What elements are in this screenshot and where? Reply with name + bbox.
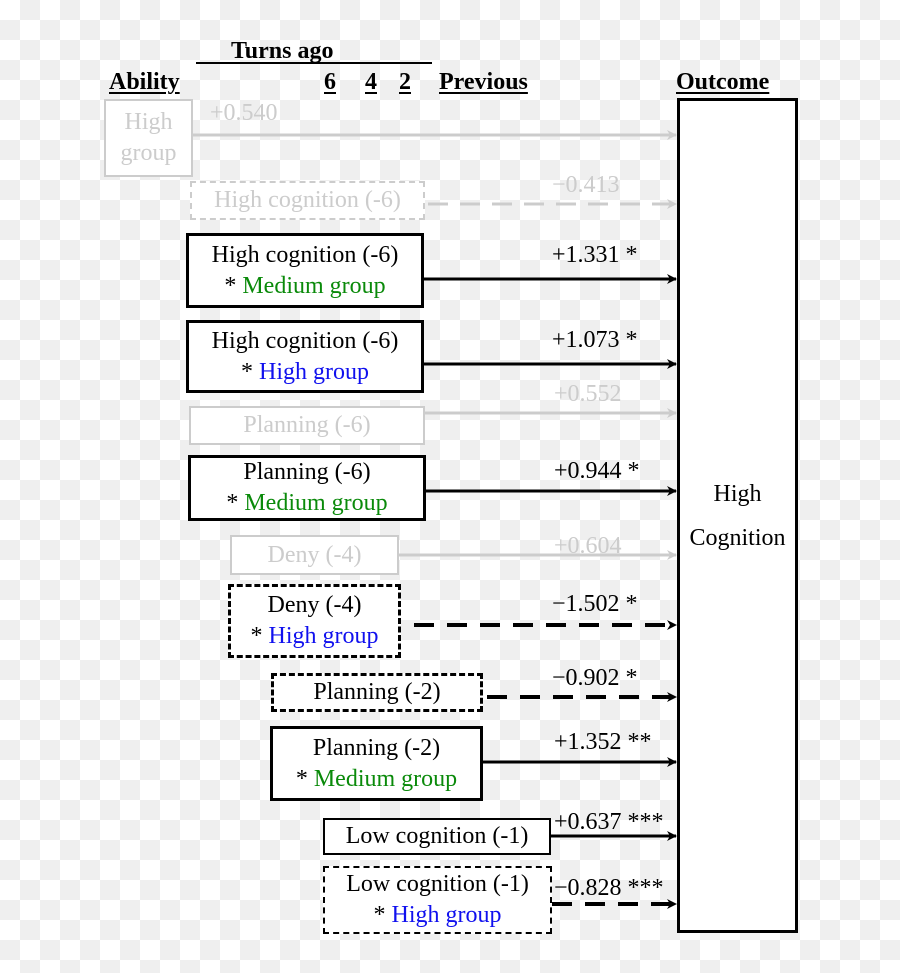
outcome-box-high-cognition: High Cognition [677,98,798,933]
interaction-marker: * [295,765,314,792]
coef-planning-2: −0.902 * [552,665,638,691]
coef-high-cognition-6-high: +1.073 * [552,327,638,353]
interaction-marker: * [226,490,245,516]
predictor-box-low-cognition-1-high: Low cognition (-1) * High group [323,866,552,934]
predictor-label: High [124,109,173,135]
coef-low-cognition-1: +0.637 *** [554,809,664,835]
coef-high-group: +0.540 [210,100,278,126]
coef-low-cognition-1-high: −0.828 *** [554,875,664,901]
outcome-label: High [713,480,762,507]
group-label-high: High group [259,358,369,385]
coef-planning-2-medium: +1.352 ** [554,729,652,755]
coef-high-cognition-6: −0.413 [552,172,620,198]
interaction-marker: * [373,902,392,928]
predictor-box-high-cognition-6-high: High cognition (-6) * High group [186,320,424,393]
interaction-marker: * [250,623,269,649]
predictor-label: Planning (-6) [243,459,371,485]
predictor-label: Deny (-4) [267,592,362,618]
interaction-marker: * [224,272,243,299]
coef-planning-6: +0.552 [554,381,622,407]
coef-deny-4-high: −1.502 * [552,591,638,617]
coef-deny-4: +0.604 [554,533,622,559]
predictor-label: Planning (-2) [312,734,441,761]
predictor-label: High cognition (-6) [214,187,401,213]
predictor-label: group [120,140,177,166]
predictor-box-planning-2: Planning (-2) [271,673,483,712]
predictor-box-high-group: High group [104,99,193,177]
group-label-medium: Medium group [242,272,386,299]
outcome-label: Cognition [689,524,786,551]
predictor-box-deny-4: Deny (-4) [230,535,399,575]
predictor-box-high-cognition-6: High cognition (-6) [190,181,425,220]
predictor-label: High cognition (-6) [211,327,399,354]
predictor-label: High cognition (-6) [211,241,399,268]
predictor-label: Deny (-4) [267,541,362,568]
coef-high-cognition-6-medium: +1.331 * [552,242,638,268]
predictor-box-low-cognition-1: Low cognition (-1) [323,818,551,855]
predictor-label: Planning (-6) [243,412,371,438]
group-label-high: High group [268,623,379,649]
predictor-box-deny-4-high: Deny (-4) * High group [228,584,401,658]
predictor-box-planning-6-medium: Planning (-6) * Medium group [188,455,426,521]
group-label-medium: Medium group [244,490,388,516]
interaction-marker: * [241,358,259,385]
predictor-box-planning-6: Planning (-6) [189,406,425,445]
predictor-label: Low cognition (-1) [346,871,529,897]
predictor-box-planning-2-medium: Planning (-2) * Medium group [270,726,483,801]
group-label-medium: Medium group [313,765,458,792]
predictor-label: Low cognition (-1) [345,823,529,849]
group-label-high: High group [391,902,502,928]
coef-planning-6-medium: +0.944 * [554,458,640,484]
predictor-box-high-cognition-6-medium: High cognition (-6) * Medium group [186,233,424,308]
predictor-label: Planning (-2) [313,679,441,705]
